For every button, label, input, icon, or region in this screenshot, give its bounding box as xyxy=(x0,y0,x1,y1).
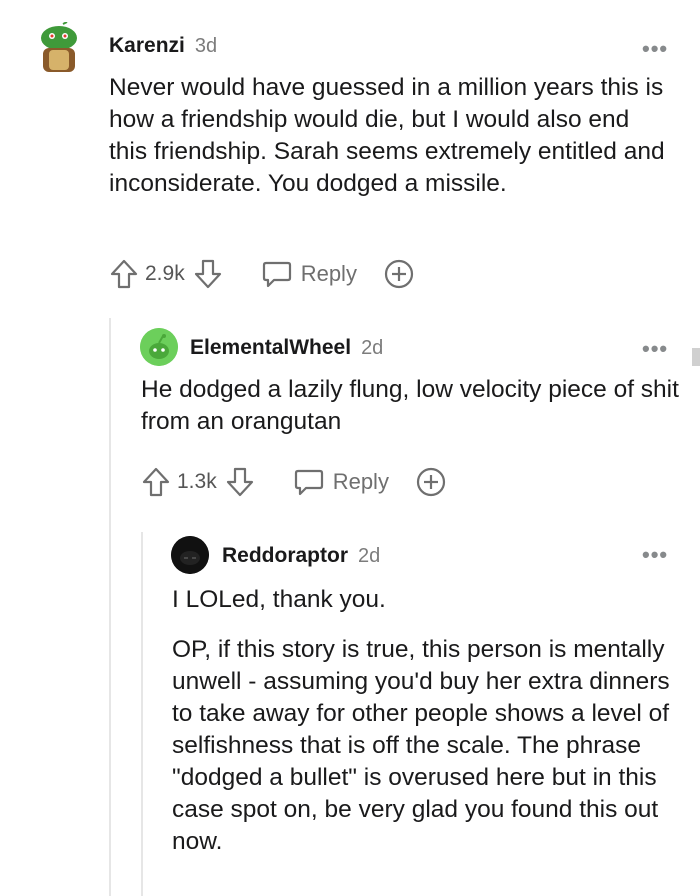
snoo-avatar-icon xyxy=(140,328,178,366)
more-options-button[interactable]: ••• xyxy=(642,336,668,362)
thread-line-level-2[interactable] xyxy=(141,532,143,896)
snoo-avatar-icon xyxy=(37,22,81,74)
speech-bubble-icon xyxy=(294,469,323,496)
comment-actions: 1.3k Reply xyxy=(141,466,447,498)
downvote-arrow-icon[interactable] xyxy=(225,466,255,498)
more-options-button[interactable]: ••• xyxy=(642,542,668,568)
more-options-button[interactable]: ••• xyxy=(642,36,668,62)
reply-label: Reply xyxy=(300,261,357,286)
plus-circle-icon[interactable] xyxy=(383,258,415,290)
comment-age: 2d xyxy=(358,545,381,567)
username[interactable]: Karenzi xyxy=(109,34,185,58)
username[interactable]: ElementalWheel xyxy=(190,336,351,360)
comment-body: I LOLed, thank you. OP, if this story is… xyxy=(172,584,672,858)
comment-header: ElementalWheel 2d xyxy=(190,336,383,360)
avatar[interactable] xyxy=(140,328,178,366)
comment-paragraph: OP, if this story is true, this person i… xyxy=(172,636,670,855)
comment-age: 3d xyxy=(194,35,218,57)
reply-button[interactable]: Reply xyxy=(293,467,389,497)
reply-button[interactable]: Reply xyxy=(261,259,357,289)
vote-score: 1.3k xyxy=(177,470,217,493)
plus-circle-icon[interactable] xyxy=(415,466,447,498)
upvote-arrow-icon[interactable] xyxy=(141,466,171,498)
scroll-indicator[interactable] xyxy=(692,348,700,366)
speech-bubble-icon xyxy=(262,261,291,288)
comment-paragraph: He dodged a lazily flung, low velocity p… xyxy=(141,376,679,435)
downvote-arrow-icon[interactable] xyxy=(193,258,223,290)
thread-line-level-1[interactable] xyxy=(109,318,111,896)
username[interactable]: Reddoraptor xyxy=(222,544,348,568)
reply-label: Reply xyxy=(332,469,389,494)
snoo-avatar-icon xyxy=(171,536,209,574)
comment-paragraph: I LOLed, thank you. xyxy=(172,586,386,613)
comment-body: Never would have guessed in a million ye… xyxy=(109,72,669,200)
comment-header: Karenzi 3d xyxy=(109,34,217,58)
vote-score: 2.9k xyxy=(145,262,185,285)
comment-header: Reddoraptor 2d xyxy=(222,544,380,568)
comment-paragraph: Never would have guessed in a million ye… xyxy=(109,74,665,197)
comment-age: 2d xyxy=(361,337,384,359)
avatar[interactable] xyxy=(37,22,81,74)
upvote-arrow-icon[interactable] xyxy=(109,258,139,290)
comment-body: He dodged a lazily flung, low velocity p… xyxy=(141,374,681,438)
comment-actions: 2.9k Reply xyxy=(109,258,415,290)
avatar[interactable] xyxy=(171,536,209,574)
